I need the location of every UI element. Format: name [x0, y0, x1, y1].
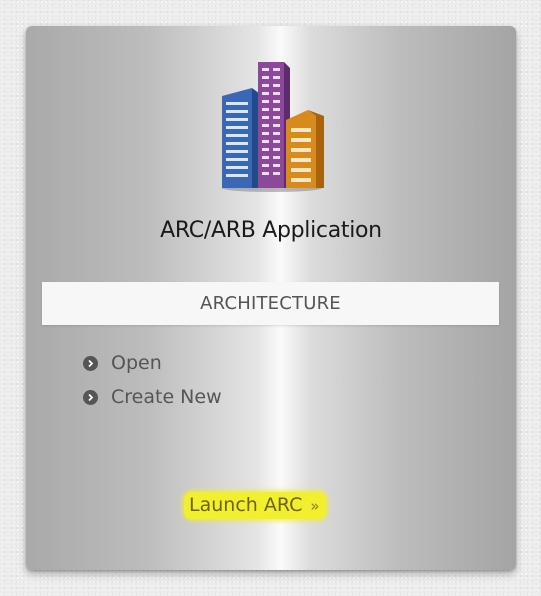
action-list: Open Create New — [83, 346, 222, 414]
category-label: ARCHITECTURE — [42, 282, 499, 325]
app-tile: ARC/ARB Application ARCHITECTURE Open Cr… — [26, 26, 516, 570]
office-buildings-icon — [222, 62, 324, 192]
circle-chevron-right-icon — [83, 389, 98, 405]
app-title: ARC/ARB Application — [160, 218, 382, 243]
create-new-label: Create New — [111, 386, 222, 408]
launch-arc-link[interactable]: Launch ARC » — [184, 492, 326, 519]
double-chevron-right-icon: » — [310, 497, 320, 515]
open-label: Open — [111, 352, 162, 374]
open-link[interactable]: Open — [83, 346, 222, 380]
create-new-link[interactable]: Create New — [83, 380, 222, 414]
circle-chevron-right-icon — [83, 355, 98, 371]
launch-arc-label: Launch ARC — [189, 494, 303, 516]
